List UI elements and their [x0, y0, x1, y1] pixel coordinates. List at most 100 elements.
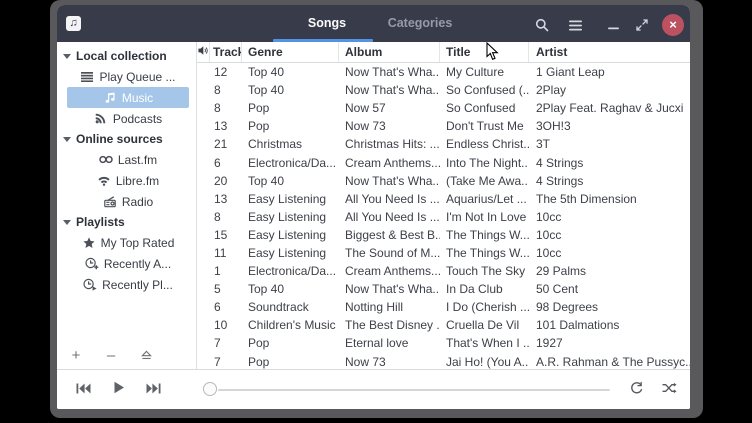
menu-button[interactable]	[564, 14, 586, 36]
sidebar-item[interactable]: Podcasts	[67, 108, 189, 129]
cell-track: 13	[210, 119, 242, 133]
eject-icon	[141, 347, 152, 364]
sidebar-section-header[interactable]: Playlists	[57, 212, 196, 232]
table-row[interactable]: 8 Easy Listening All You Need Is ... I'm…	[197, 208, 690, 226]
play-button[interactable]	[109, 383, 129, 397]
next-button[interactable]	[143, 383, 163, 397]
table-header-row: Track Genre Album Title Artist	[197, 42, 690, 63]
titlebar[interactable]: ♫ Songs Categories ×	[57, 5, 690, 42]
table-row[interactable]: 6 Soundtrack Notting Hill I Do (Cherish …	[197, 298, 690, 316]
cell-title: In Da Club	[440, 282, 529, 296]
cell-artist: 10cc	[529, 210, 690, 224]
shuffle-icon	[662, 381, 677, 399]
cell-title: Endless Christ...	[440, 137, 529, 151]
sidebar-section-header[interactable]: Local collection	[57, 46, 196, 66]
tab-songs[interactable]: Songs	[297, 5, 357, 42]
sidebar-section-header[interactable]: Online sources	[57, 129, 196, 149]
sidebar-item[interactable]: My Top Rated	[67, 232, 189, 253]
cell-title: The Things W...	[440, 228, 529, 242]
cell-artist: 98 Degrees	[529, 300, 690, 314]
cell-track: 6	[210, 156, 242, 170]
cell-title: I Do (Cherish ...	[440, 300, 529, 314]
player-bar	[57, 369, 690, 409]
table-row[interactable]: 13 Easy Listening All You Need Is ... Aq…	[197, 190, 690, 208]
table-row[interactable]: 10 Children's Music The Best Disney ... …	[197, 316, 690, 334]
active-tab-underline	[273, 39, 373, 42]
music-player-window: ♫ Songs Categories × Local collection Pl…	[57, 5, 690, 409]
cell-artist: 2Play	[529, 83, 690, 97]
sidebar-toolbar: + –	[69, 348, 153, 362]
cell-title: Jai Ho! (You A...	[440, 355, 529, 369]
sidebar-item[interactable]: Last.fm	[67, 149, 189, 170]
sidebar-item[interactable]: Recently A...	[67, 253, 189, 274]
sidebar: Local collection Play Queue ... Music Po…	[57, 42, 197, 369]
table-row[interactable]: 13 Pop Now 73 Don't Trust Me 3OH!3	[197, 117, 690, 135]
sidebar-item[interactable]: Libre.fm	[67, 170, 189, 191]
column-header-title[interactable]: Title	[440, 42, 529, 62]
table-row[interactable]: 11 Easy Listening The Sound of M... The …	[197, 244, 690, 262]
seek-slider-knob[interactable]	[203, 382, 217, 396]
eject-button[interactable]	[139, 348, 153, 362]
cell-artist: 10cc	[529, 228, 690, 242]
mouse-cursor	[486, 42, 499, 61]
table-row[interactable]: 6 Electronica/Da... Cream Anthems... Int…	[197, 153, 690, 171]
remove-button[interactable]: –	[104, 348, 118, 362]
add-button[interactable]: +	[69, 348, 83, 362]
repeat-button[interactable]	[628, 382, 646, 398]
skip-forward-icon	[146, 381, 161, 399]
cell-track: 8	[210, 101, 242, 115]
table-row[interactable]: 8 Top 40 Now That's Wha... So Confused (…	[197, 81, 690, 99]
cell-track: 6	[210, 300, 242, 314]
cell-title: Touch The Sky	[440, 264, 529, 278]
wifi-icon	[97, 174, 111, 187]
table-row[interactable]: 21 Christmas Christmas Hits: ... Endless…	[197, 135, 690, 153]
section-label: Playlists	[76, 215, 125, 229]
cell-title: Don't Trust Me	[440, 119, 529, 133]
search-button[interactable]	[531, 14, 553, 36]
minimize-button[interactable]	[602, 14, 624, 36]
table-row[interactable]: 7 Pop Eternal love That's When I ... 192…	[197, 334, 690, 352]
sidebar-item[interactable]: Play Queue ...	[67, 66, 189, 87]
cell-album: Eternal love	[339, 336, 440, 350]
hamburger-menu-icon	[569, 20, 582, 31]
cell-album: Christmas Hits: ...	[339, 137, 440, 151]
sidebar-item[interactable]: Recently Pl...	[67, 274, 189, 295]
table-row[interactable]: 5 Top 40 Now That's Wha... In Da Club 50…	[197, 280, 690, 298]
cell-artist: 1927	[529, 336, 690, 350]
tab-categories[interactable]: Categories	[380, 5, 460, 42]
sidebar-sections: Local collection Play Queue ... Music Po…	[57, 46, 196, 295]
column-header-track[interactable]: Track	[210, 42, 242, 62]
cell-album: Now 73	[339, 119, 440, 133]
close-button[interactable]: ×	[662, 14, 684, 36]
column-header-artist[interactable]: Artist	[529, 42, 690, 62]
cell-album: The Sound of M...	[339, 246, 440, 260]
table-row[interactable]: 8 Pop Now 57 So Confused 2Play Feat. Rag…	[197, 99, 690, 117]
section-items: Last.fm Libre.fm Radio	[57, 149, 196, 212]
play-queue-icon	[80, 70, 94, 83]
table-row[interactable]: 7 Pop Now 73 Jai Ho! (You A... A.R. Rahm…	[197, 353, 690, 370]
column-header-playing[interactable]	[197, 42, 210, 62]
column-header-album[interactable]: Album	[339, 42, 440, 62]
previous-button[interactable]	[73, 383, 93, 397]
table-row[interactable]: 20 Top 40 Now That's Wha... (Take Me Awa…	[197, 172, 690, 190]
shuffle-button[interactable]	[660, 382, 678, 398]
cell-title: So Confused	[440, 101, 529, 115]
section-items: My Top Rated Recently A... Recently Pl..…	[57, 232, 196, 295]
cell-album: Now 57	[339, 101, 440, 115]
cell-genre: Christmas	[242, 137, 339, 151]
cell-track: 20	[210, 174, 242, 188]
column-header-genre[interactable]: Genre	[242, 42, 339, 62]
sidebar-item[interactable]: Music	[67, 87, 189, 108]
cell-album: The Best Disney ...	[339, 318, 440, 332]
table-row[interactable]: 1 Electronica/Da... Cream Anthems... Tou…	[197, 262, 690, 280]
sidebar-item[interactable]: Radio	[67, 191, 189, 212]
table-row[interactable]: 15 Easy Listening Biggest & Best B... Th…	[197, 226, 690, 244]
seek-slider-track[interactable]	[218, 389, 610, 392]
collapse-triangle-icon	[63, 137, 71, 142]
cell-track: 8	[210, 83, 242, 97]
speaker-icon	[198, 45, 209, 59]
cell-artist: The 5th Dimension	[529, 192, 690, 206]
cell-track: 7	[210, 355, 242, 369]
maximize-button[interactable]	[631, 14, 653, 36]
table-row[interactable]: 12 Top 40 Now That's Wha... My Culture 1…	[197, 63, 690, 81]
